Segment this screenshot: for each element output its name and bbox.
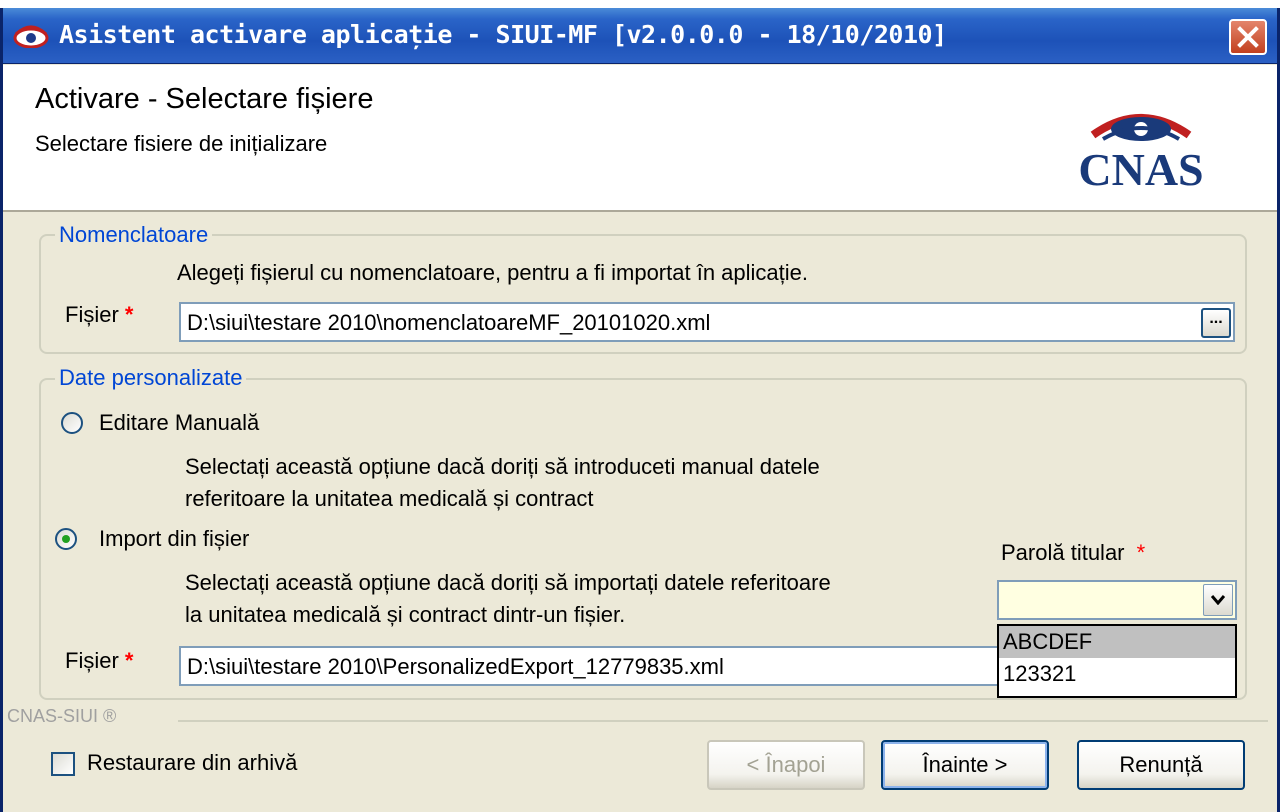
footer-brand: CNAS-SIUI ® <box>7 706 117 726</box>
eye-app-icon <box>13 25 49 48</box>
cnas-logo: CNAS <box>1078 114 1204 191</box>
personalizate-file-label: Fișier * <box>65 648 133 674</box>
import-description-line1: Selectați această opțiune dacă doriți să… <box>185 570 831 595</box>
logo-text: CNAS <box>1078 144 1203 191</box>
manual-option-label[interactable]: Editare Manuală <box>99 410 259 436</box>
nomenclatoare-file-input[interactable]: D:\siui\testare 2010\nomenclatoareMF_201… <box>179 302 1235 342</box>
header-panel: Activare - Selectare fișiere Selectare f… <box>3 65 1277 212</box>
required-mark: * <box>124 302 134 327</box>
browse-button[interactable]: ... <box>1201 308 1231 338</box>
wizard-window: Asistent activare aplicație - SIUI-MF [v… <box>0 8 1280 812</box>
footer-divider <box>178 720 1268 722</box>
dropdown-option[interactable]: 123321 <box>999 658 1235 690</box>
window-title: Asistent activare aplicație - SIUI-MF [v… <box>59 20 947 49</box>
combo-dropdown-button[interactable] <box>1203 584 1233 616</box>
personalizate-file-label-text: Fișier <box>65 648 119 673</box>
restore-label[interactable]: Restaurare din arhivă <box>87 750 297 776</box>
import-description-line2: la unitatea medicală și contract dintr-u… <box>185 602 626 627</box>
parola-label-text: Parolă titular <box>1001 540 1125 565</box>
manual-description-line1: Selectați această opțiune dacă doriți să… <box>185 454 820 479</box>
nomenclatoare-file-label-text: Fișier <box>65 302 119 327</box>
dropdown-option[interactable]: ABCDEF <box>999 626 1235 658</box>
personalizate-file-input[interactable]: D:\siui\testare 2010\PersonalizedExport_… <box>179 646 1001 686</box>
cancel-button[interactable]: Renunță <box>1077 740 1245 790</box>
next-button[interactable]: Înainte > <box>881 740 1049 790</box>
required-mark: * <box>1136 540 1146 565</box>
back-button[interactable]: < Înapoi <box>707 740 865 790</box>
parola-combo[interactable] <box>997 580 1237 620</box>
nomenclatoare-legend: Nomenclatoare <box>55 222 213 248</box>
import-radio[interactable] <box>55 528 77 550</box>
nomenclatoare-description: Alegeți fișierul cu nomenclatoare, pentr… <box>177 260 808 285</box>
personalizate-legend: Date personalizate <box>55 365 247 391</box>
page-title: Activare - Selectare fișiere <box>35 83 374 115</box>
restore-checkbox[interactable] <box>51 752 75 776</box>
page-subtitle: Selectare fisiere de inițializare <box>35 131 328 156</box>
parola-label: Parolă titular * <box>1001 540 1145 566</box>
required-mark: * <box>124 648 134 673</box>
import-option-label[interactable]: Import din fișier <box>99 526 249 552</box>
title-bar[interactable]: Asistent activare aplicație - SIUI-MF [v… <box>3 8 1277 64</box>
parola-dropdown-list: ABCDEF 123321 <box>997 624 1237 698</box>
nomenclatoare-file-label: Fișier * <box>65 302 133 328</box>
chevron-down-icon <box>1211 595 1225 605</box>
manual-radio[interactable] <box>61 412 83 434</box>
close-icon <box>1237 26 1259 48</box>
close-button[interactable] <box>1229 19 1267 55</box>
manual-description-line2: referitoare la unitatea medicală și cont… <box>185 486 594 511</box>
radio-selected-dot <box>62 535 70 543</box>
